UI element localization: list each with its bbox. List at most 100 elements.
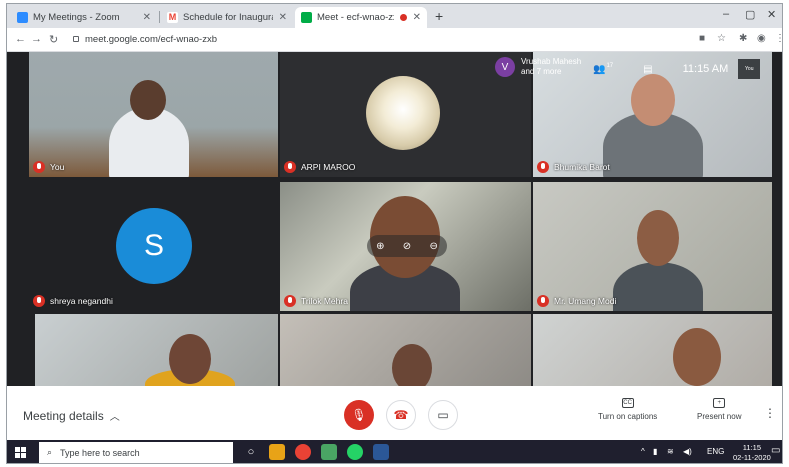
bookmark-star-icon[interactable]: ☆ [717, 33, 726, 44]
captions-button[interactable]: CC Turn on captions [598, 398, 657, 421]
close-tab-icon[interactable]: ✕ [143, 12, 151, 23]
participant-name-tag: Trilok Mehra [284, 295, 348, 307]
mic-off-icon [284, 161, 296, 173]
mic-off-icon [33, 161, 45, 173]
avatar: V [495, 57, 515, 77]
forward-arrow-icon[interactable]: → [31, 33, 42, 45]
chevron-up-icon: ︿ [109, 412, 120, 423]
participant-name-tag: shreya negandhi [33, 295, 113, 307]
participant-name-tag: You [33, 161, 64, 173]
participant-name-tag: Bhumika Barot [537, 161, 610, 173]
meet-control-bar: Meeting details ︿ 🎙 ☎ ▭ CC Turn on capti… [7, 386, 782, 440]
people-icon[interactable]: 👥 [593, 64, 605, 75]
reload-icon[interactable]: ↻ [49, 33, 58, 46]
network-icon[interactable]: ≋ [667, 447, 674, 456]
windows-start-icon[interactable] [15, 447, 26, 458]
address-bar-row: ← → ↻ meet.google.com/ecf-wnao-zxb ■ ☆ ✱… [7, 28, 782, 52]
avatar: S [116, 208, 192, 284]
whatsapp-icon[interactable] [347, 444, 363, 460]
slack-icon[interactable] [321, 444, 337, 460]
tile-hover-controls: ⊕ ⊘ ⊖ [367, 235, 447, 257]
browser-tab-bar: My Meetings - Zoom ✕ M Schedule for Inau… [7, 4, 782, 28]
maximize-button[interactable]: ▢ [745, 8, 755, 21]
new-tab-button[interactable]: + [435, 8, 443, 24]
tab-separator [159, 11, 160, 23]
minimize-button[interactable]: – [723, 8, 729, 20]
zoom-favicon-icon [17, 12, 28, 23]
word-icon[interactable] [373, 444, 389, 460]
participant-tile[interactable] [35, 314, 278, 386]
battery-icon[interactable]: ▮ [653, 447, 657, 456]
mic-off-icon [33, 295, 45, 307]
meet-video-grid: You ARPI MAROO Bhumika Barot S shreya ne… [7, 52, 782, 386]
tab-meet[interactable]: Meet - ecf-wnao-zxb ✕ [295, 7, 427, 28]
participant-name-tag: ARPI MAROO [284, 161, 355, 173]
tray-chevron-icon[interactable]: ^ [641, 447, 645, 456]
participant-tile[interactable]: S shreya negandhi [29, 182, 278, 311]
participant-tile[interactable] [280, 314, 531, 386]
participant-name-tag: Mr. Umang Modi [537, 295, 616, 307]
participant-tile[interactable] [533, 314, 772, 386]
mic-off-icon [537, 295, 549, 307]
captions-label: Turn on captions [598, 412, 658, 421]
mic-off-icon [284, 295, 296, 307]
chat-icon[interactable]: ▤ [643, 64, 652, 75]
present-icon: + [713, 398, 726, 408]
rose-profile-picture [366, 76, 440, 150]
language-indicator[interactable]: ENG [707, 447, 724, 456]
participant-name: Trilok Mehra [301, 296, 348, 306]
url-field[interactable]: meet.google.com/ecf-wnao-zxb [85, 34, 217, 45]
close-window-button[interactable]: ✕ [767, 8, 776, 21]
tab-zoom-meetings[interactable]: My Meetings - Zoom ✕ [11, 7, 157, 28]
recording-dot-icon [399, 14, 407, 21]
close-tab-icon[interactable]: ✕ [413, 12, 421, 23]
browser-menu-icon[interactable]: ⋮ [775, 33, 782, 44]
participant-name: shreya negandhi [50, 296, 113, 306]
pin-icon[interactable]: ⊕ [376, 241, 384, 252]
tab-title: My Meetings - Zoom [33, 12, 120, 23]
participant-tile[interactable]: Mr. Umang Modi [533, 182, 772, 311]
present-now-button[interactable]: + Present now [697, 398, 741, 421]
camera-toggle-button[interactable]: ▭ [428, 400, 458, 430]
presenter-indicator[interactable]: V Vrushab Mahesh and 7 more [495, 54, 590, 80]
notification-icon[interactable]: ▭ [771, 445, 780, 456]
file-explorer-icon[interactable] [269, 444, 285, 460]
participant-head [392, 344, 432, 386]
taskbar-clock[interactable]: 11:15 02-11-2020 [733, 443, 771, 463]
presenter-name: Vrushab Mahesh [521, 57, 582, 66]
participant-tile[interactable]: You [29, 52, 278, 177]
meet-top-toolbar: 👥 17 ▤ 11:15 AM You [593, 58, 782, 80]
profile-avatar[interactable]: ◉ [757, 33, 766, 44]
cortana-icon[interactable]: ○ [243, 444, 259, 460]
present-label: Present now [697, 412, 742, 421]
participant-video [613, 262, 703, 311]
close-tab-icon[interactable]: ✕ [279, 12, 287, 23]
search-icon: ⌕ [47, 447, 53, 457]
chrome-icon[interactable] [295, 444, 311, 460]
meeting-details-button[interactable]: Meeting details ︿ [23, 408, 120, 424]
participant-name: Bhumika Barot [554, 162, 610, 172]
mic-off-icon: 🎙 [351, 408, 367, 422]
taskbar-search-input[interactable]: ⌕ Type here to search [39, 442, 233, 463]
tab-schedule[interactable]: M Schedule for Inaugural Session ✕ [161, 7, 293, 28]
participant-head [130, 80, 166, 120]
mic-toggle-button[interactable]: 🎙 [344, 400, 374, 430]
mute-icon[interactable]: ⊘ [403, 241, 411, 252]
back-arrow-icon[interactable]: ← [15, 33, 26, 45]
hang-up-button[interactable]: ☎ [386, 400, 416, 430]
clock-date: 02-11-2020 [733, 453, 771, 462]
participant-tile[interactable]: ARPI MAROO [280, 52, 531, 177]
self-view-thumbnail[interactable]: You [738, 59, 761, 79]
participant-name: You [50, 162, 65, 172]
camera-indicator-icon[interactable]: ■ [699, 33, 705, 44]
screenshot-frame: My Meetings - Zoom ✕ M Schedule for Inau… [6, 3, 783, 464]
volume-icon[interactable]: ◀) [683, 447, 692, 456]
windows-taskbar: ⌕ Type here to search ○ ^ ▮ ≋ ◀) ENG 11:… [7, 440, 782, 463]
extensions-icon[interactable]: ✱ [739, 33, 747, 44]
people-count: 17 [606, 63, 614, 69]
lock-icon[interactable] [73, 36, 79, 42]
more-options-icon[interactable]: ⋮ [764, 406, 776, 420]
phone-hangup-icon: ☎ [393, 408, 409, 422]
participant-head [673, 328, 721, 386]
remove-icon[interactable]: ⊖ [429, 241, 437, 252]
